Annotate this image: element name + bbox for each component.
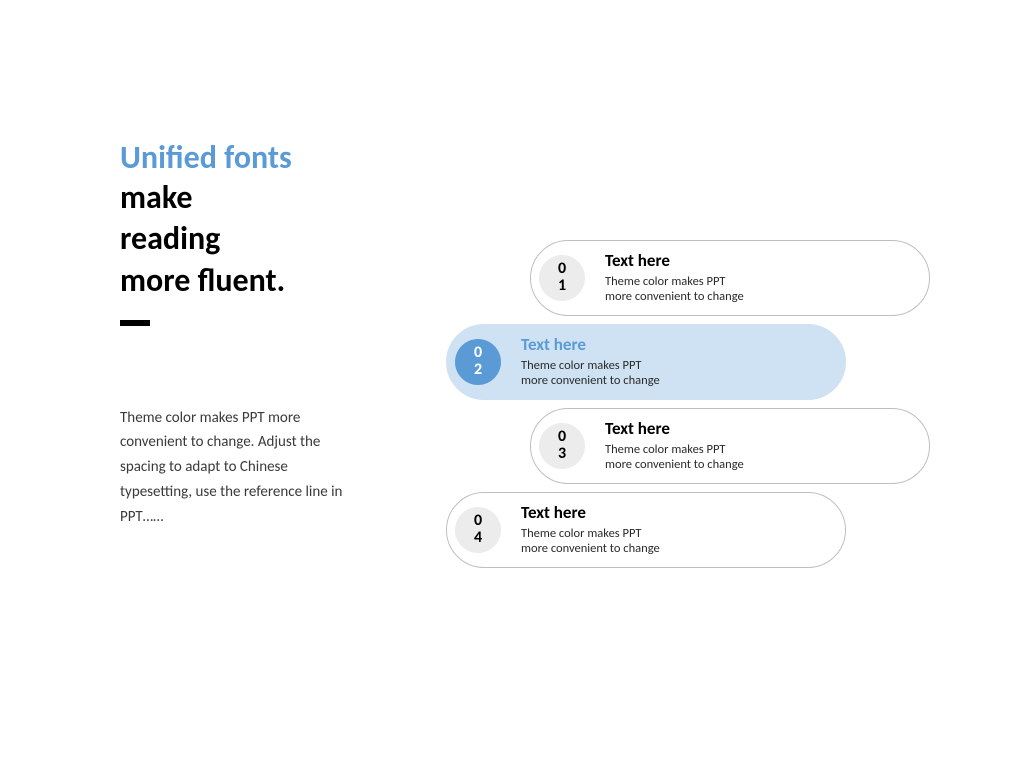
list-item: 0 4 Text here Theme color makes PPT more… xyxy=(446,492,846,568)
item-title: Text here xyxy=(605,251,755,271)
title-line-1: make xyxy=(120,177,400,219)
item-text: Text here Theme color makes PPT more con… xyxy=(521,503,691,557)
badge-digit-bottom: 4 xyxy=(474,530,482,547)
item-text: Text here Theme color makes PPT more con… xyxy=(605,419,775,473)
item-text: Text here Theme color makes PPT more con… xyxy=(605,251,775,305)
title-line-2: reading xyxy=(120,218,400,260)
badge-digit-bottom: 3 xyxy=(558,446,566,463)
list-item: 0 3 Text here Theme color makes PPT more… xyxy=(530,408,930,484)
item-desc: Theme color makes PPT more convenient to… xyxy=(605,274,755,305)
item-number-badge: 0 1 xyxy=(539,255,585,301)
item-desc: Theme color makes PPT more convenient to… xyxy=(521,358,671,389)
title-underline xyxy=(120,320,150,326)
item-number-badge: 0 4 xyxy=(455,507,501,553)
list-item: 0 1 Text here Theme color makes PPT more… xyxy=(530,240,930,316)
left-column: Unified fonts make reading more fluent. … xyxy=(120,140,400,529)
item-text: Text here Theme color makes PPT more con… xyxy=(521,335,691,389)
list-item: 0 2 Text here Theme color makes PPT more… xyxy=(446,324,846,400)
item-title: Text here xyxy=(521,335,671,355)
item-number-badge: 0 2 xyxy=(455,339,501,385)
intro-paragraph: Theme color makes PPT more convenient to… xyxy=(120,406,350,530)
title-accent: Unified fonts xyxy=(120,140,400,177)
title-line-3: more fluent. xyxy=(120,260,400,302)
item-desc: Theme color makes PPT more convenient to… xyxy=(521,526,671,557)
badge-digit-bottom: 2 xyxy=(474,362,482,379)
item-desc: Theme color makes PPT more convenient to… xyxy=(605,442,755,473)
item-title: Text here xyxy=(605,419,755,439)
item-number-badge: 0 3 xyxy=(539,423,585,469)
badge-digit-bottom: 1 xyxy=(558,278,566,295)
item-title: Text here xyxy=(521,503,671,523)
